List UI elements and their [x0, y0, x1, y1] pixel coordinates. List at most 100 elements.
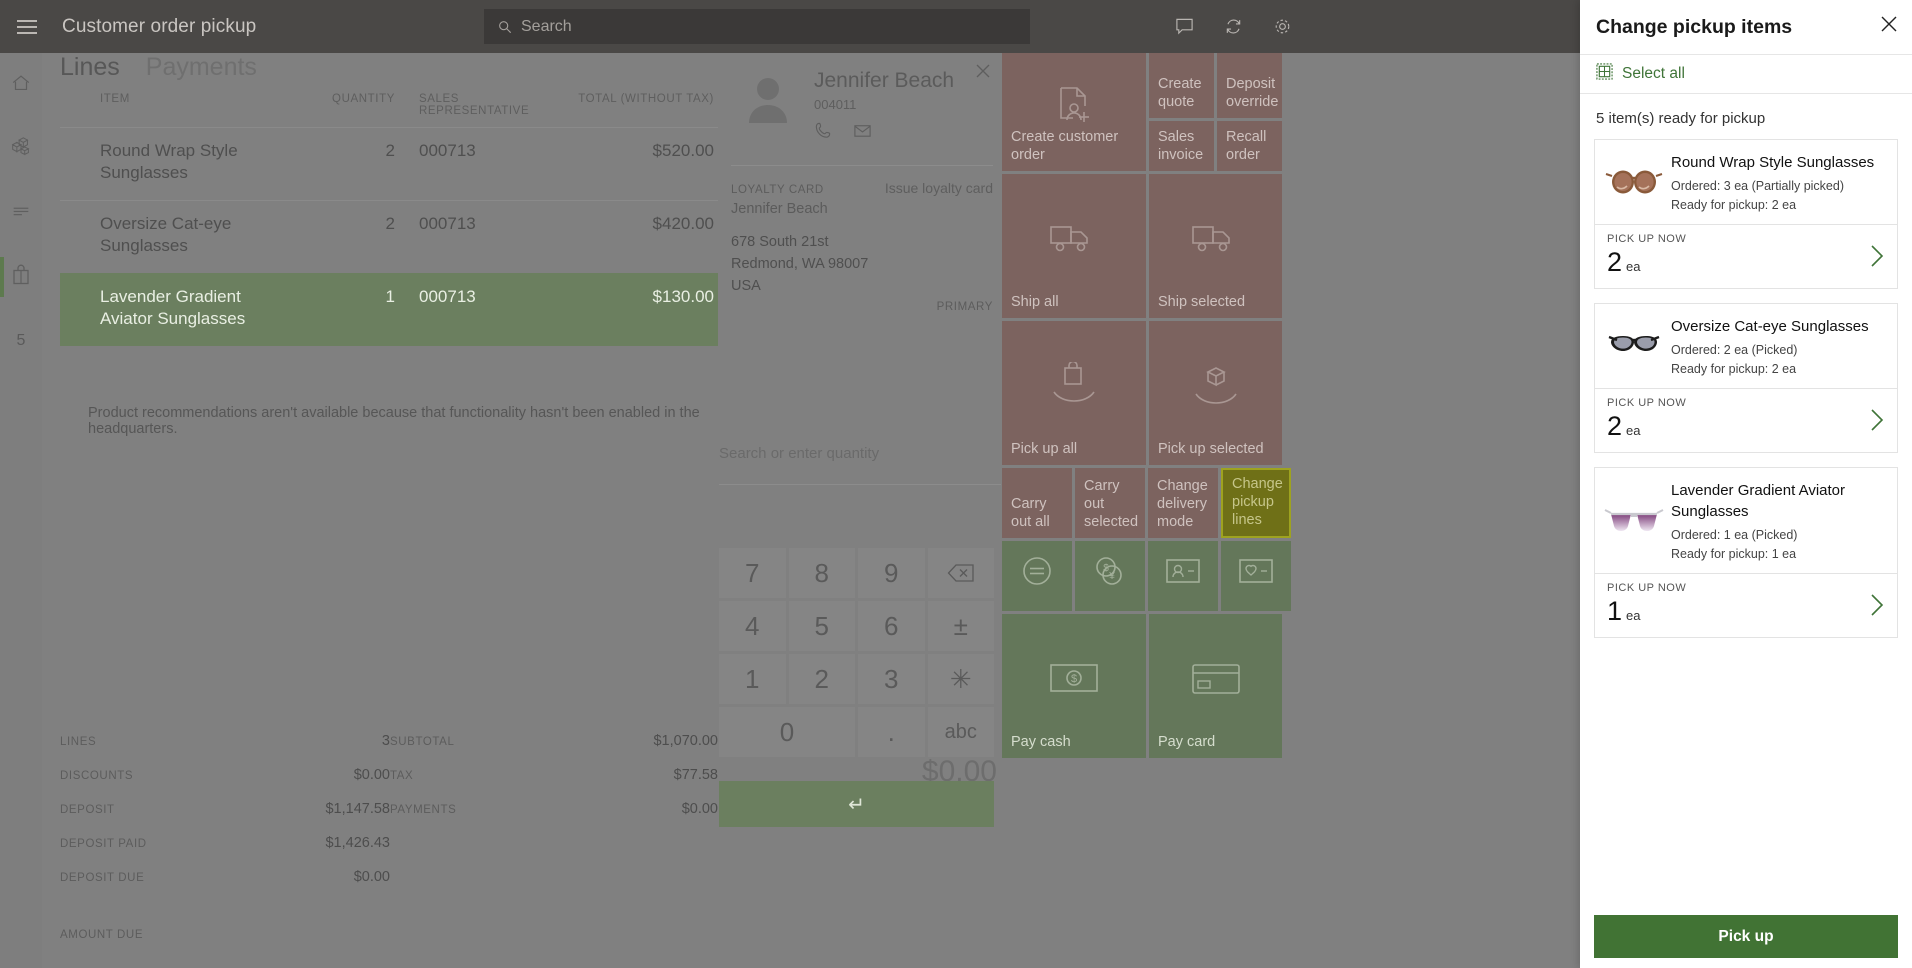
- tile-label: Ship all: [1011, 293, 1141, 311]
- table-row[interactable]: Oversize Cat-eye Sunglasses 2 000713 $42…: [60, 200, 718, 273]
- quantity-unit: ea: [1626, 259, 1640, 274]
- tile-change-delivery-mode[interactable]: Change delivery mode: [1148, 468, 1218, 538]
- pick-up-now-row[interactable]: PICK UP NOW 1ea: [1595, 573, 1897, 637]
- tile-create-customer-order[interactable]: Create customer order: [1002, 53, 1146, 171]
- pick-up-now-label: PICK UP NOW: [1607, 233, 1885, 245]
- table-row[interactable]: Round Wrap Style Sunglasses 2 000713 $52…: [60, 127, 718, 200]
- tile-label: Change pickup lines: [1232, 475, 1284, 529]
- tile-label: Recall order: [1226, 128, 1277, 164]
- lines-table: ITEM QUANTITY SALES REPRESENTATIVE TOTAL…: [60, 93, 718, 346]
- oversize-cateye-sunglasses-thumb: [1603, 315, 1665, 377]
- tile-change-pickup-lines[interactable]: Change pickup lines: [1221, 468, 1291, 538]
- quantity-search-input[interactable]: Search or enter quantity: [719, 445, 1001, 485]
- key-8[interactable]: 8: [789, 548, 856, 598]
- key-asterisk[interactable]: ✳: [928, 654, 995, 704]
- enter-button[interactable]: ↵: [719, 781, 994, 827]
- tile-deposit-override[interactable]: Deposit override: [1217, 53, 1282, 118]
- key-abc[interactable]: abc: [928, 707, 995, 757]
- quantity-unit: ea: [1626, 608, 1640, 623]
- select-all-button[interactable]: Select all: [1580, 54, 1912, 94]
- key-decimal[interactable]: .: [858, 707, 925, 757]
- phone-icon[interactable]: [814, 121, 833, 145]
- tab-lines[interactable]: Lines: [60, 53, 120, 86]
- cell-sales-rep: 000713: [395, 213, 535, 235]
- customer-address: 678 South 21st Redmond, WA 98007 USA: [731, 231, 868, 297]
- sync-icon[interactable]: [1224, 17, 1243, 36]
- key-9[interactable]: 9: [858, 548, 925, 598]
- cell-quantity: 2: [290, 140, 395, 162]
- tile-currency[interactable]: $¥: [1075, 541, 1145, 611]
- topbar-icon-group: [1175, 0, 1292, 53]
- tile-ship-all[interactable]: Ship all: [1002, 174, 1146, 318]
- card-icon: [1190, 660, 1242, 700]
- tile-label: Create quote: [1158, 75, 1209, 111]
- mail-icon[interactable]: [853, 121, 872, 145]
- pick-up-now-row[interactable]: PICK UP NOW 2ea: [1595, 388, 1897, 452]
- backspace-icon[interactable]: [928, 548, 995, 598]
- list-item[interactable]: Oversize Cat-eye Sunglasses Ordered: 2 e…: [1594, 303, 1898, 453]
- tile-loyalty-card[interactable]: [1221, 541, 1291, 611]
- tile-sales-invoice[interactable]: Sales invoice: [1149, 121, 1214, 171]
- settings-icon[interactable]: [1273, 17, 1292, 36]
- sidebar-item-tasks[interactable]: [0, 191, 42, 235]
- item-summary: Lavender Gradient Aviator Sunglasses Ord…: [1595, 468, 1897, 573]
- key-4[interactable]: 4: [719, 601, 786, 651]
- tile-create-quote[interactable]: Create quote: [1149, 53, 1214, 118]
- key-1[interactable]: 1: [719, 654, 786, 704]
- item-name: Lavender Gradient Aviator Sunglasses: [1671, 480, 1885, 522]
- tile-carry-out-selected[interactable]: Carry out selected: [1075, 468, 1145, 538]
- chevron-right-icon[interactable]: [1869, 243, 1885, 274]
- customer-contact-icons: [814, 121, 872, 145]
- bag-icon: [10, 263, 32, 292]
- tile-void[interactable]: [1002, 541, 1072, 611]
- sidebar-item-cart[interactable]: [0, 255, 42, 299]
- column-header-item: ITEM: [60, 93, 290, 117]
- tile-customer-card[interactable]: [1148, 541, 1218, 611]
- key-7[interactable]: 7: [719, 548, 786, 598]
- totals-panel: LINES 3 DISCOUNTS $0.00 DEPOSIT $1,147.5…: [60, 724, 718, 950]
- key-3[interactable]: 3: [858, 654, 925, 704]
- tile-pay-cash[interactable]: $ Pay cash: [1002, 614, 1146, 758]
- key-plus-minus[interactable]: ±: [928, 601, 995, 651]
- pick-up-now-row[interactable]: PICK UP NOW 2ea: [1595, 224, 1897, 288]
- cell-sales-rep: 000713: [395, 140, 535, 162]
- ship-selected-icon: [1189, 217, 1243, 263]
- hamburger-icon[interactable]: [0, 0, 53, 53]
- sidebar-item-home[interactable]: [0, 63, 42, 107]
- chevron-right-icon[interactable]: [1869, 407, 1885, 438]
- search-placeholder: Search: [521, 18, 572, 36]
- loyalty-card-name: Jennifer Beach: [731, 201, 828, 217]
- tile-carry-out-all[interactable]: Carry out all: [1002, 468, 1072, 538]
- list-item[interactable]: Lavender Gradient Aviator Sunglasses Ord…: [1594, 467, 1898, 638]
- sidebar-item-products[interactable]: [0, 127, 42, 171]
- address-line-2: Redmond, WA 98007: [731, 253, 868, 275]
- tile-label: Pay cash: [1011, 733, 1141, 751]
- totals-right-column: SUBTOTAL $1,070.00 TAX $77.58 PAYMENTS $…: [390, 724, 718, 950]
- key-2[interactable]: 2: [789, 654, 856, 704]
- currency-icon: $¥: [1092, 554, 1128, 592]
- list-item[interactable]: Round Wrap Style Sunglasses Ordered: 3 e…: [1594, 139, 1898, 289]
- ready-for-pickup-count: 5 item(s) ready for pickup: [1580, 94, 1912, 137]
- tile-pick-up-selected[interactable]: Pick up selected: [1149, 321, 1282, 465]
- tile-pick-up-all[interactable]: Pick up all: [1002, 321, 1146, 465]
- item-info: Lavender Gradient Aviator Sunglasses Ord…: [1671, 478, 1885, 563]
- key-6[interactable]: 6: [858, 601, 925, 651]
- pick-up-button[interactable]: Pick up: [1594, 915, 1898, 958]
- issue-loyalty-card-link[interactable]: Issue loyalty card: [885, 180, 993, 196]
- table-row[interactable]: Lavender Gradient Aviator Sunglasses 1 0…: [60, 273, 718, 346]
- feedback-icon[interactable]: [1175, 17, 1194, 36]
- tile-pay-card[interactable]: Pay card: [1149, 614, 1282, 758]
- chevron-right-icon[interactable]: [1869, 592, 1885, 623]
- tile-ship-selected[interactable]: Ship selected: [1149, 174, 1282, 318]
- item-ready: Ready for pickup: 2 ea: [1671, 196, 1885, 214]
- key-0[interactable]: 0: [719, 707, 855, 757]
- item-name: Oversize Cat-eye Sunglasses: [1671, 316, 1885, 337]
- close-icon[interactable]: [1880, 15, 1898, 38]
- close-icon[interactable]: [975, 63, 991, 84]
- tile-label: Carry out selected: [1084, 477, 1140, 531]
- tile-recall-order[interactable]: Recall order: [1217, 121, 1282, 171]
- search-input[interactable]: Search: [484, 9, 1030, 44]
- key-5[interactable]: 5: [789, 601, 856, 651]
- tab-payments[interactable]: Payments: [146, 53, 257, 86]
- quantity-value: 1: [1607, 596, 1622, 626]
